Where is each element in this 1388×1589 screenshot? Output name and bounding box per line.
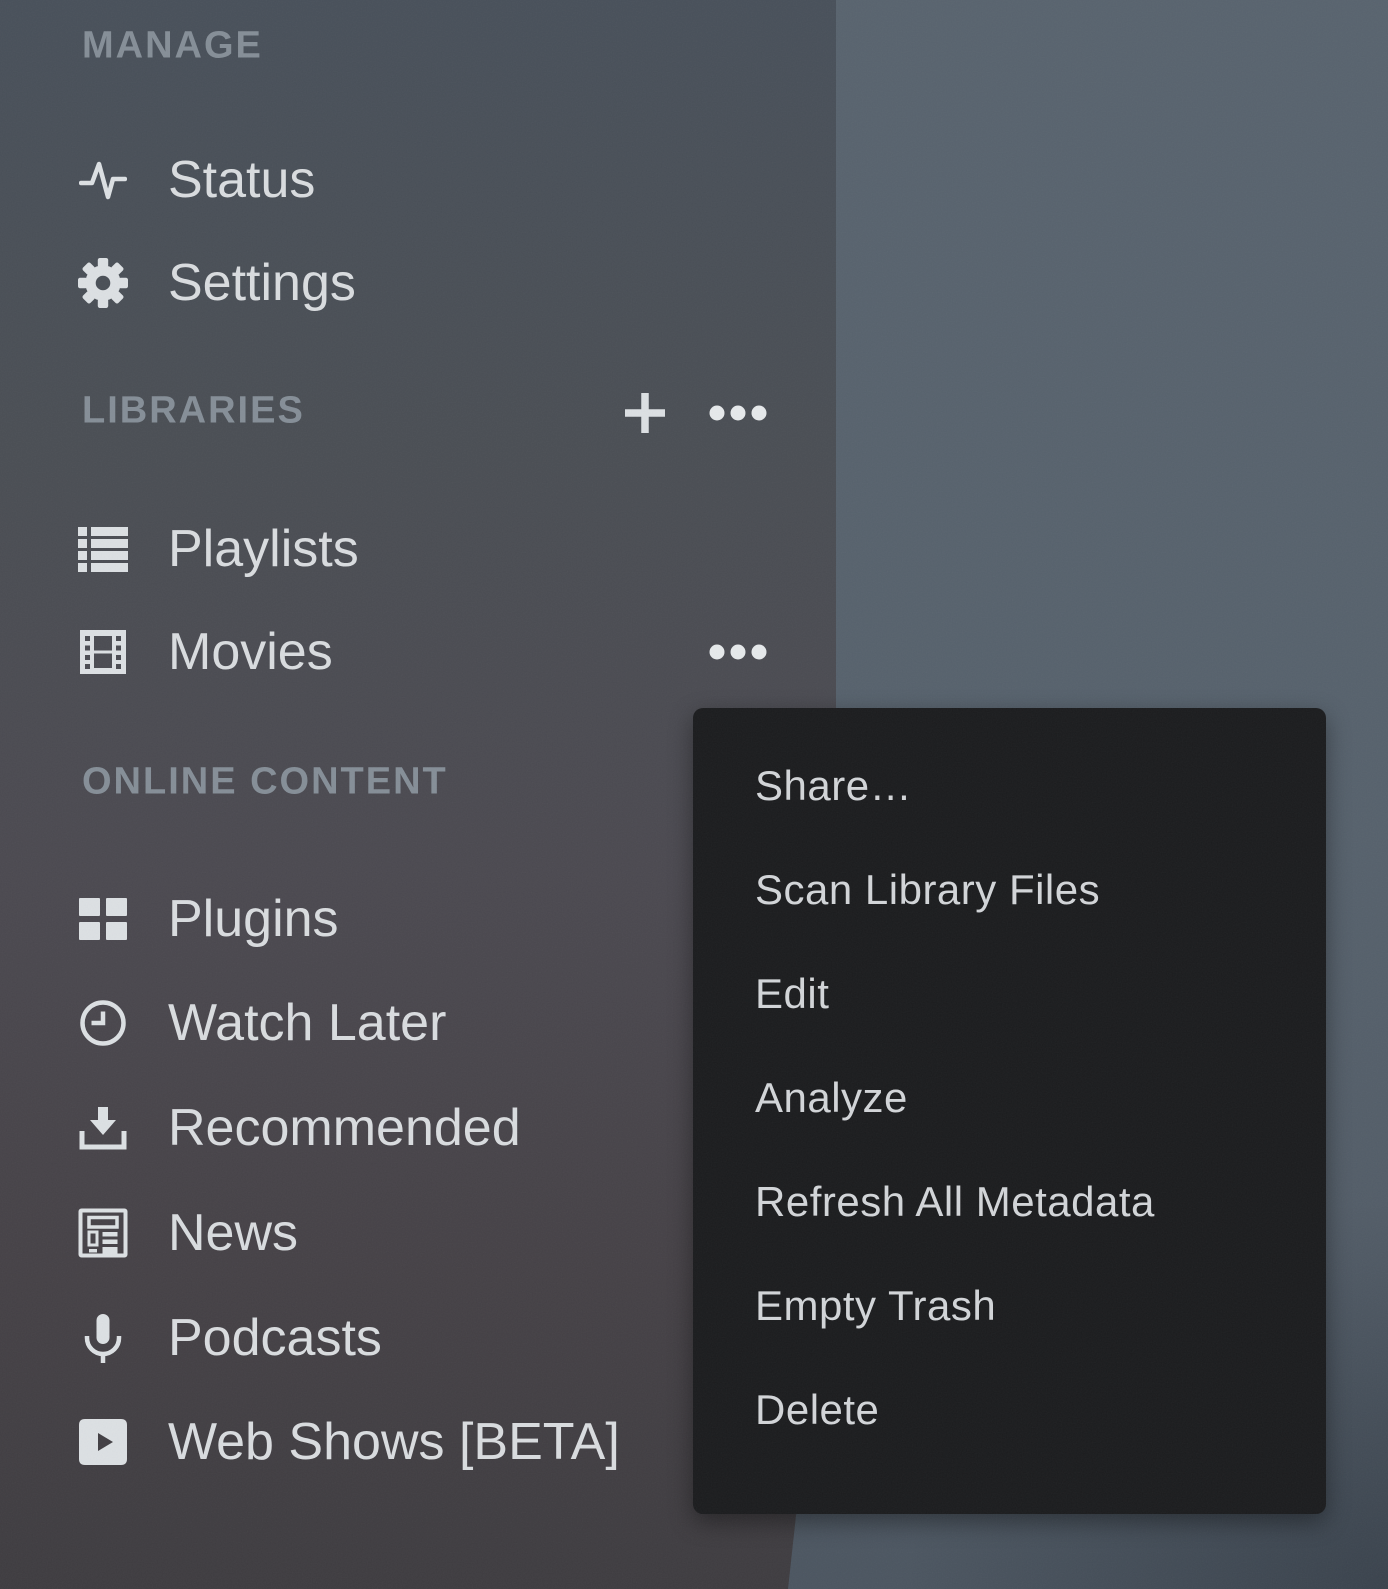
menu-item-delete[interactable]: Delete xyxy=(693,1358,1326,1462)
menu-item-analyze[interactable]: Analyze xyxy=(693,1046,1326,1150)
ellipsis-icon xyxy=(709,644,767,660)
activity-icon xyxy=(78,154,128,206)
grid-icon xyxy=(78,893,128,945)
play-square-icon xyxy=(78,1416,128,1468)
context-menu: Share… Scan Library Files Edit Analyze R… xyxy=(693,708,1326,1514)
download-icon xyxy=(78,1102,128,1154)
sidebar-item-label: Settings xyxy=(168,253,356,313)
clock-icon xyxy=(78,997,128,1049)
sidebar-item-news[interactable]: News xyxy=(78,1203,298,1263)
menu-item-edit[interactable]: Edit xyxy=(693,942,1326,1046)
sidebar-item-label: Status xyxy=(168,150,315,210)
sidebar-item-playlists[interactable]: Playlists xyxy=(78,519,359,579)
film-icon xyxy=(78,626,128,678)
sidebar-item-movies[interactable]: Movies xyxy=(78,622,333,682)
section-header-manage: MANAGE xyxy=(82,25,263,68)
menu-item-empty-trash[interactable]: Empty Trash xyxy=(693,1254,1326,1358)
sidebar-item-status[interactable]: Status xyxy=(78,150,315,210)
sidebar-item-label: Watch Later xyxy=(168,993,446,1053)
sidebar-item-podcasts[interactable]: Podcasts xyxy=(78,1308,382,1368)
sidebar-item-label: Podcasts xyxy=(168,1308,382,1368)
section-header-online-content: ONLINE CONTENT xyxy=(82,761,448,804)
section-header-libraries: LIBRARIES xyxy=(82,390,305,433)
sidebar-item-recommended[interactable]: Recommended xyxy=(78,1098,521,1158)
plex-sidebar-screen: MANAGE Status xyxy=(0,0,1388,1589)
movies-more-button[interactable] xyxy=(703,638,773,666)
newspaper-icon xyxy=(78,1207,128,1259)
sidebar-item-label: Web Shows [BETA] xyxy=(168,1412,620,1472)
sidebar-item-plugins[interactable]: Plugins xyxy=(78,889,339,949)
libraries-more-button[interactable] xyxy=(703,399,773,427)
plus-icon xyxy=(622,390,668,436)
sidebar-item-label: Playlists xyxy=(168,519,359,579)
sidebar-item-web-shows[interactable]: Web Shows [BETA] xyxy=(78,1412,620,1472)
sidebar-item-watch-later[interactable]: Watch Later xyxy=(78,993,446,1053)
playlist-icon xyxy=(78,523,128,575)
menu-item-share[interactable]: Share… xyxy=(693,734,1326,838)
menu-item-refresh-all-metadata[interactable]: Refresh All Metadata xyxy=(693,1150,1326,1254)
sidebar-item-label: News xyxy=(168,1203,298,1263)
sidebar-item-label: Recommended xyxy=(168,1098,521,1158)
microphone-icon xyxy=(78,1312,128,1364)
menu-item-scan-library-files[interactable]: Scan Library Files xyxy=(693,838,1326,942)
ellipsis-icon xyxy=(709,405,767,421)
gear-icon xyxy=(78,257,128,309)
sidebar-item-settings[interactable]: Settings xyxy=(78,253,356,313)
sidebar-item-label: Plugins xyxy=(168,889,339,949)
sidebar-item-label: Movies xyxy=(168,622,333,682)
add-library-button[interactable] xyxy=(616,384,674,442)
